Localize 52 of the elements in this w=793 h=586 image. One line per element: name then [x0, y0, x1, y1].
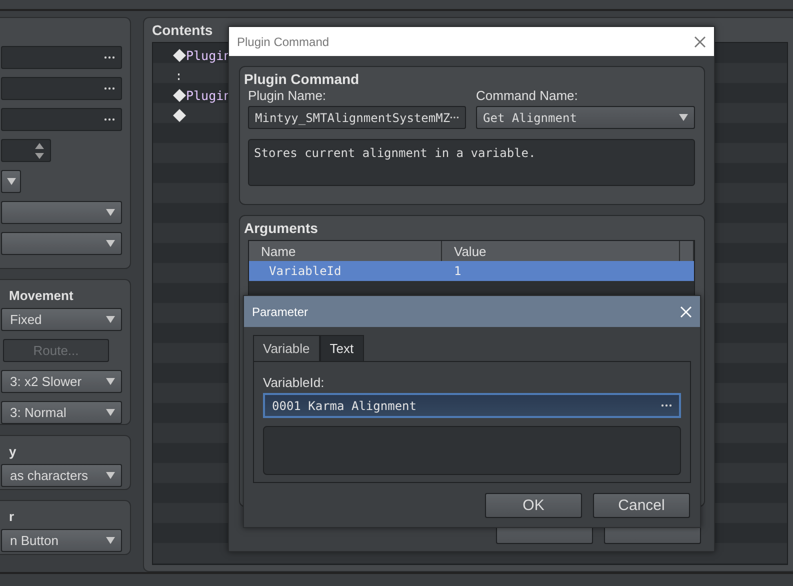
picker-field[interactable]: [1, 77, 122, 100]
group-title: r: [9, 509, 16, 524]
group-title: Plugin Command: [244, 71, 360, 87]
panel-title: Contents: [152, 22, 214, 38]
dropdown[interactable]: 3: x2 Slower: [1, 370, 122, 393]
table-cell-text: 1: [453, 263, 462, 280]
dropdown[interactable]: as characters: [1, 464, 122, 487]
variable-field[interactable]: 0001 Karma Alignment: [263, 393, 681, 418]
number-field[interactable]: [1, 139, 51, 162]
window-title: Parameter: [252, 304, 308, 318]
dropdown[interactable]: n Button: [1, 529, 122, 552]
caret-icon: [106, 240, 115, 247]
group-title: y: [9, 444, 18, 459]
caret-icon: [106, 472, 115, 479]
plugin-name-field[interactable]: Mintyy_SMTAlignmentSystemMZ: [248, 106, 466, 129]
close-icon[interactable]: [694, 36, 706, 48]
continuation-text[interactable]: :: [173, 68, 183, 82]
caret-icon: [679, 114, 688, 121]
diamond-icon: [173, 48, 186, 62]
caret-icon: [106, 409, 115, 416]
description-text: Stores current alignment in a variable.: [248, 139, 695, 186]
ellipsis-icon: [450, 116, 459, 119]
field-label: VariableId:: [263, 375, 326, 390]
group-title: Movement: [9, 288, 74, 303]
caret-icon: [7, 178, 16, 185]
table-row[interactable]: VariableId 1: [249, 261, 694, 281]
picker-field[interactable]: [1, 46, 122, 69]
window-title: Plugin Command: [237, 34, 330, 48]
diamond-icon: [173, 108, 186, 122]
tab[interactable]: Text: [320, 335, 364, 361]
dropdown[interactable]: [1, 170, 21, 193]
ellipsis-icon: [104, 87, 115, 90]
ellipsis-icon: [104, 56, 115, 59]
table-cell-text: VariableId: [268, 263, 342, 280]
spin-arrows-icon: [35, 142, 44, 158]
field-label: Plugin Name:: [248, 88, 328, 103]
caret-icon: [106, 316, 115, 323]
caret-icon: [106, 537, 115, 544]
ellipsis-icon: [104, 118, 115, 121]
picker-field[interactable]: [1, 108, 122, 131]
caret-icon: [106, 378, 115, 385]
group-title: Arguments: [244, 220, 319, 236]
ellipsis-icon: [661, 404, 672, 407]
command-name-dropdown[interactable]: Get Alignment: [476, 106, 695, 129]
cancel-button[interactable]: Cancel: [593, 493, 690, 518]
ok-button[interactable]: OK: [485, 493, 582, 518]
tab[interactable]: Variable: [253, 335, 320, 361]
dropdown[interactable]: Fixed: [1, 308, 122, 331]
caret-icon: [106, 209, 115, 216]
field-label: Command Name:: [476, 88, 579, 103]
dropdown[interactable]: 3: Normal: [1, 401, 122, 424]
diamond-icon: [173, 88, 186, 102]
